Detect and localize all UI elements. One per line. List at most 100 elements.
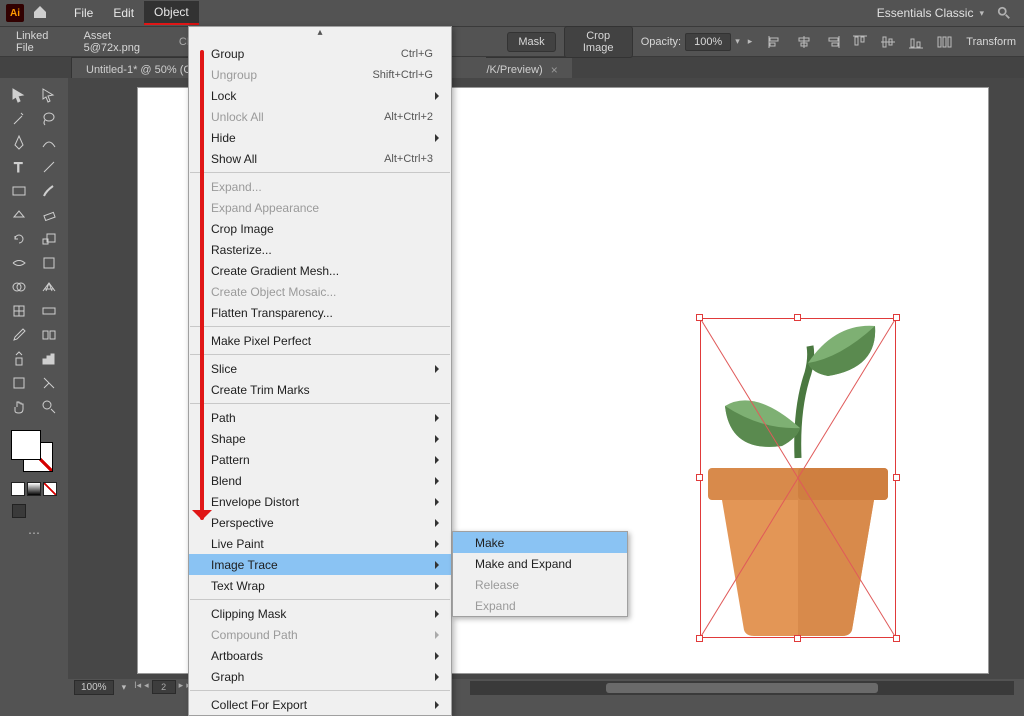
menu-item-text-wrap[interactable]: Text Wrap <box>189 575 451 596</box>
selection-tool[interactable] <box>6 84 32 106</box>
shaper-tool[interactable] <box>6 204 32 226</box>
menu-item-flatten-transparency-[interactable]: Flatten Transparency... <box>189 302 451 323</box>
first-artboard-icon[interactable]: I◂ <box>134 680 141 694</box>
magic-wand-tool[interactable] <box>6 108 32 130</box>
shape-builder-tool[interactable] <box>6 276 32 298</box>
prev-artboard-icon[interactable]: ◂ <box>144 680 149 694</box>
transform-panel-link[interactable]: Transform <box>966 36 1016 48</box>
scale-tool[interactable] <box>36 228 62 250</box>
submenu-item-make-and-expand[interactable]: Make and Expand <box>453 553 627 574</box>
menu-item-artboards[interactable]: Artboards <box>189 645 451 666</box>
mask-button[interactable]: Mask <box>507 32 555 52</box>
next-artboard-icon[interactable]: ▸ <box>179 680 184 694</box>
perspective-grid-tool[interactable] <box>36 276 62 298</box>
line-tool[interactable] <box>36 156 62 178</box>
artboard-tool[interactable] <box>6 372 32 394</box>
menu-item-create-trim-marks[interactable]: Create Trim Marks <box>189 379 451 400</box>
menu-edit[interactable]: Edit <box>103 2 144 24</box>
menu-item-envelope-distort[interactable]: Envelope Distort <box>189 491 451 512</box>
menu-item-live-paint[interactable]: Live Paint <box>189 533 451 554</box>
horizontal-scrollbar[interactable] <box>470 681 1014 695</box>
blend-tool[interactable] <box>36 324 62 346</box>
handle-icon[interactable] <box>696 635 703 642</box>
direct-selection-tool[interactable] <box>36 84 62 106</box>
menu-item-image-trace[interactable]: Image Trace <box>189 554 451 575</box>
gradient-mode-icon[interactable] <box>27 482 41 496</box>
submenu-item-make[interactable]: Make <box>453 532 627 553</box>
crop-image-button[interactable]: Crop Image <box>564 26 633 58</box>
align-right-icon[interactable] <box>824 35 840 49</box>
handle-icon[interactable] <box>893 314 900 321</box>
chevron-down-icon[interactable]: ▾ <box>735 36 740 47</box>
menu-item-pattern[interactable]: Pattern <box>189 449 451 470</box>
handle-icon[interactable] <box>893 635 900 642</box>
rectangle-tool[interactable] <box>6 180 32 202</box>
handle-icon[interactable] <box>794 314 801 321</box>
artboard-number[interactable]: 2 <box>152 680 176 694</box>
align-left-icon[interactable] <box>768 35 784 49</box>
align-bottom-icon[interactable] <box>908 35 924 49</box>
slice-tool[interactable] <box>36 372 62 394</box>
zoom-tool[interactable] <box>36 396 62 418</box>
paintbrush-tool[interactable] <box>36 180 62 202</box>
handle-icon[interactable] <box>893 474 900 481</box>
edit-toolbar-icon[interactable]: ⋯ <box>28 526 40 540</box>
color-mode-icon[interactable] <box>11 482 25 496</box>
asset-name[interactable]: Asset 5@72x.png <box>76 28 163 56</box>
menu-item-perspective[interactable]: Perspective <box>189 512 451 533</box>
toolbar-header <box>0 57 72 78</box>
align-center-h-icon[interactable] <box>796 35 812 49</box>
menu-file[interactable]: File <box>64 2 103 24</box>
zoom-value[interactable]: 100% <box>74 680 114 695</box>
align-center-v-icon[interactable] <box>880 35 896 49</box>
toolbox: T ⋯ <box>0 78 68 679</box>
curvature-tool[interactable] <box>36 132 62 154</box>
gradient-tool[interactable] <box>36 300 62 322</box>
free-transform-tool[interactable] <box>36 252 62 274</box>
chevron-right-icon[interactable]: ▸ <box>748 36 753 47</box>
eraser-tool[interactable] <box>36 204 62 226</box>
fill-swatch[interactable] <box>11 430 41 460</box>
menu-item-collect-for-export[interactable]: Collect For Export <box>189 694 451 715</box>
placed-image-selection[interactable] <box>700 318 896 638</box>
symbol-sprayer-tool[interactable] <box>6 348 32 370</box>
close-icon[interactable]: × <box>551 63 558 77</box>
menu-item-lock[interactable]: Lock <box>189 85 451 106</box>
lasso-tool[interactable] <box>36 108 62 130</box>
pen-tool[interactable] <box>6 132 32 154</box>
menu-item-crop-image[interactable]: Crop Image <box>189 218 451 239</box>
none-mode-icon[interactable] <box>43 482 57 496</box>
align-top-icon[interactable] <box>852 35 868 49</box>
scroll-up-icon[interactable]: ▴ <box>189 27 451 43</box>
rotate-tool[interactable] <box>6 228 32 250</box>
menu-item-rasterize-[interactable]: Rasterize... <box>189 239 451 260</box>
handle-icon[interactable] <box>696 474 703 481</box>
hand-tool[interactable] <box>6 396 32 418</box>
handle-icon[interactable] <box>794 635 801 642</box>
home-icon[interactable] <box>32 4 50 22</box>
menu-item-group[interactable]: GroupCtrl+G <box>189 43 451 64</box>
workspace-switcher[interactable]: Essentials Classic <box>877 6 974 20</box>
menu-item-shape[interactable]: Shape <box>189 428 451 449</box>
menu-item-graph[interactable]: Graph <box>189 666 451 687</box>
opacity-field[interactable]: 100% <box>685 33 731 51</box>
menu-item-path[interactable]: Path <box>189 407 451 428</box>
fill-stroke-swatch[interactable] <box>11 430 57 476</box>
width-tool[interactable] <box>6 252 32 274</box>
screen-mode-icon[interactable] <box>12 504 26 518</box>
menu-item-slice[interactable]: Slice <box>189 358 451 379</box>
search-icon[interactable] <box>990 0 1018 26</box>
eyedropper-tool[interactable] <box>6 324 32 346</box>
distribute-icon[interactable] <box>936 35 952 49</box>
menu-item-hide[interactable]: Hide <box>189 127 451 148</box>
column-graph-tool[interactable] <box>36 348 62 370</box>
menu-item-create-gradient-mesh-[interactable]: Create Gradient Mesh... <box>189 260 451 281</box>
handle-icon[interactable] <box>696 314 703 321</box>
mesh-tool[interactable] <box>6 300 32 322</box>
menu-item-show-all[interactable]: Show AllAlt+Ctrl+3 <box>189 148 451 169</box>
menu-item-clipping-mask[interactable]: Clipping Mask <box>189 603 451 624</box>
type-tool[interactable]: T <box>6 156 32 178</box>
menu-object[interactable]: Object <box>144 1 199 25</box>
menu-item-make-pixel-perfect[interactable]: Make Pixel Perfect <box>189 330 451 351</box>
menu-item-blend[interactable]: Blend <box>189 470 451 491</box>
